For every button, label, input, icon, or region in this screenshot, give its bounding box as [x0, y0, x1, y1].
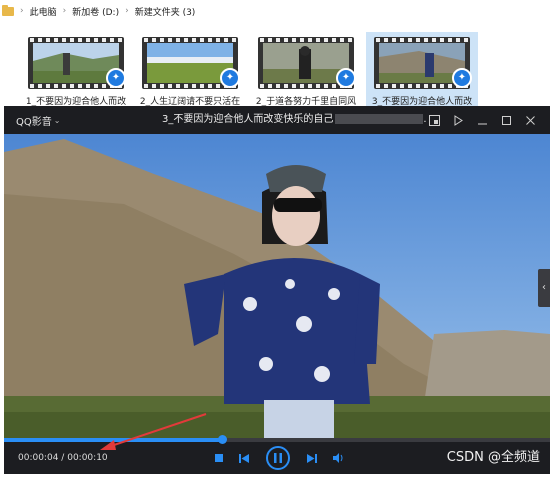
file-item-selected[interactable]: ✦ 3_不要因为迎合他人而改	[366, 32, 478, 110]
folder-icon	[2, 4, 14, 16]
qq-player-badge-icon: ✦	[220, 68, 240, 88]
pause-button[interactable]	[264, 442, 292, 474]
file-list: ✦ 1_不要因为迎合他人而改 ✦ 2_人生辽阔请不要只活在 ✦ 2_于道各努力千…	[0, 32, 554, 110]
redacted-area	[335, 114, 424, 124]
app-menu-button[interactable]: QQ影音	[16, 113, 52, 128]
time-separator: /	[61, 453, 65, 463]
total-time: 00:00:10	[67, 453, 108, 463]
breadcrumb-item-this-pc[interactable]: 此电脑	[30, 5, 57, 18]
breadcrumb-item-folder[interactable]: 新建文件夹 (3)	[135, 5, 196, 18]
previous-icon[interactable]	[236, 442, 252, 474]
video-title: 3_不要因为迎合他人而改变快乐的自己.	[162, 106, 427, 134]
stop-icon[interactable]	[212, 442, 226, 474]
pin-icon[interactable]	[446, 106, 470, 134]
qq-player-badge-icon: ✦	[106, 68, 126, 88]
file-item[interactable]: ✦ 1_不要因为迎合他人而改	[20, 32, 132, 110]
file-item[interactable]: ✦ 2_人生辽阔请不要只活在	[134, 32, 246, 110]
video-title-text: 3_不要因为迎合他人而改变快乐的自己	[162, 114, 334, 125]
qq-player-badge-icon: ✦	[336, 68, 356, 88]
breadcrumb-separator: ›	[125, 6, 129, 16]
player-titlebar: QQ影音 ⌄ 3_不要因为迎合他人而改变快乐的自己.	[4, 106, 550, 134]
player-controls: 00:00:04 / 00:00:10 CSDN @全频道	[4, 442, 550, 474]
close-icon[interactable]	[518, 106, 542, 134]
volume-icon[interactable]	[330, 442, 346, 474]
maximize-icon[interactable]	[494, 106, 518, 134]
video-frame[interactable]: ‹	[4, 134, 550, 440]
breadcrumb-separator: ›	[20, 6, 24, 16]
chevron-left-icon[interactable]: ‹	[538, 269, 550, 307]
file-item[interactable]: ✦ 2_于道各努力千里自同风	[250, 32, 362, 110]
minimize-icon[interactable]	[470, 106, 494, 134]
watermark: CSDN @全频道	[446, 450, 540, 465]
annotation-arrow-icon	[100, 413, 207, 450]
breadcrumb-item-drive[interactable]: 新加卷 (D:)	[72, 5, 119, 18]
chevron-down-icon[interactable]: ⌄	[54, 116, 61, 125]
video-player-window: QQ影音 ⌄ 3_不要因为迎合他人而改变快乐的自己. ‹ 00:00:04 / …	[4, 106, 550, 474]
time-display: 00:00:04 / 00:00:10	[18, 442, 108, 474]
qq-player-badge-icon: ✦	[452, 68, 472, 88]
next-icon[interactable]	[304, 442, 320, 474]
window-controls	[422, 106, 542, 134]
breadcrumb: › 此电脑 › 新加卷 (D:) › 新建文件夹 (3)	[0, 0, 554, 22]
picture-in-picture-icon[interactable]	[422, 106, 446, 134]
breadcrumb-separator: ›	[62, 6, 67, 16]
screen: › 此电脑 › 新加卷 (D:) › 新建文件夹 (3) ✦ 1_不要因为迎合他…	[0, 0, 554, 478]
pause-icon	[266, 446, 290, 470]
current-time: 00:00:04	[18, 453, 59, 463]
